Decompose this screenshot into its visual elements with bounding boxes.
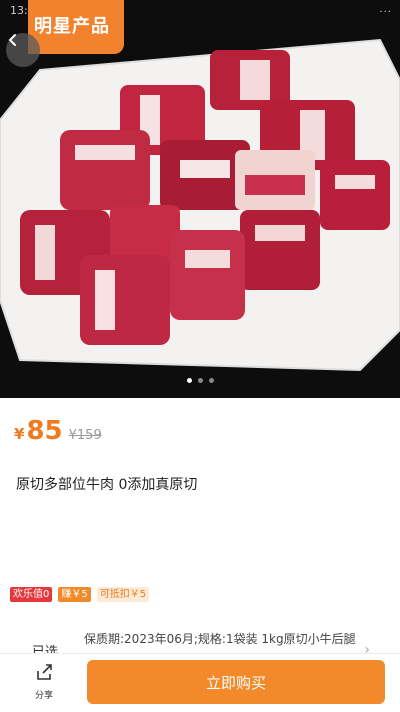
share-label: 分享 <box>34 691 53 701</box>
chevron-left-icon <box>8 34 16 46</box>
product-image[interactable]: 13:24 ... 明星产品 <box>0 0 400 398</box>
carousel-indicator <box>0 378 400 383</box>
bottom-bar: 分享 立即购买 <box>0 653 400 712</box>
tag-earn: 赚￥5 <box>58 587 91 602</box>
carousel-dot[interactable] <box>208 378 214 383</box>
beef-photo <box>0 38 400 372</box>
buy-now-button[interactable]: 立即购买 <box>87 660 385 704</box>
share-icon <box>37 664 52 680</box>
product-title: 原切多部位牛肉 0添加真原切 <box>16 477 198 493</box>
tag-list: 欢乐值0 赚￥5 可抵扣￥5 <box>10 587 150 602</box>
spec-text: 保质期:2023年06月;规格:1袋装 1kg原切小牛后腿 <box>84 632 356 646</box>
tag-deduct: 可抵扣￥5 <box>96 587 150 602</box>
current-price: 85 <box>26 416 63 446</box>
status-indicators: ... <box>379 4 392 15</box>
carousel-dot[interactable] <box>197 378 203 383</box>
promo-banner-text: 明星产品 <box>34 16 110 37</box>
carousel-dot[interactable] <box>186 378 192 383</box>
price-currency: ¥ <box>14 425 25 443</box>
original-price: ¥159 <box>68 428 102 443</box>
tag-fun-value: 欢乐值0 <box>10 587 53 602</box>
share-button[interactable]: 分享 <box>24 662 64 701</box>
price-row: ¥ 85 ¥159 <box>14 416 102 446</box>
back-button[interactable] <box>6 33 40 67</box>
